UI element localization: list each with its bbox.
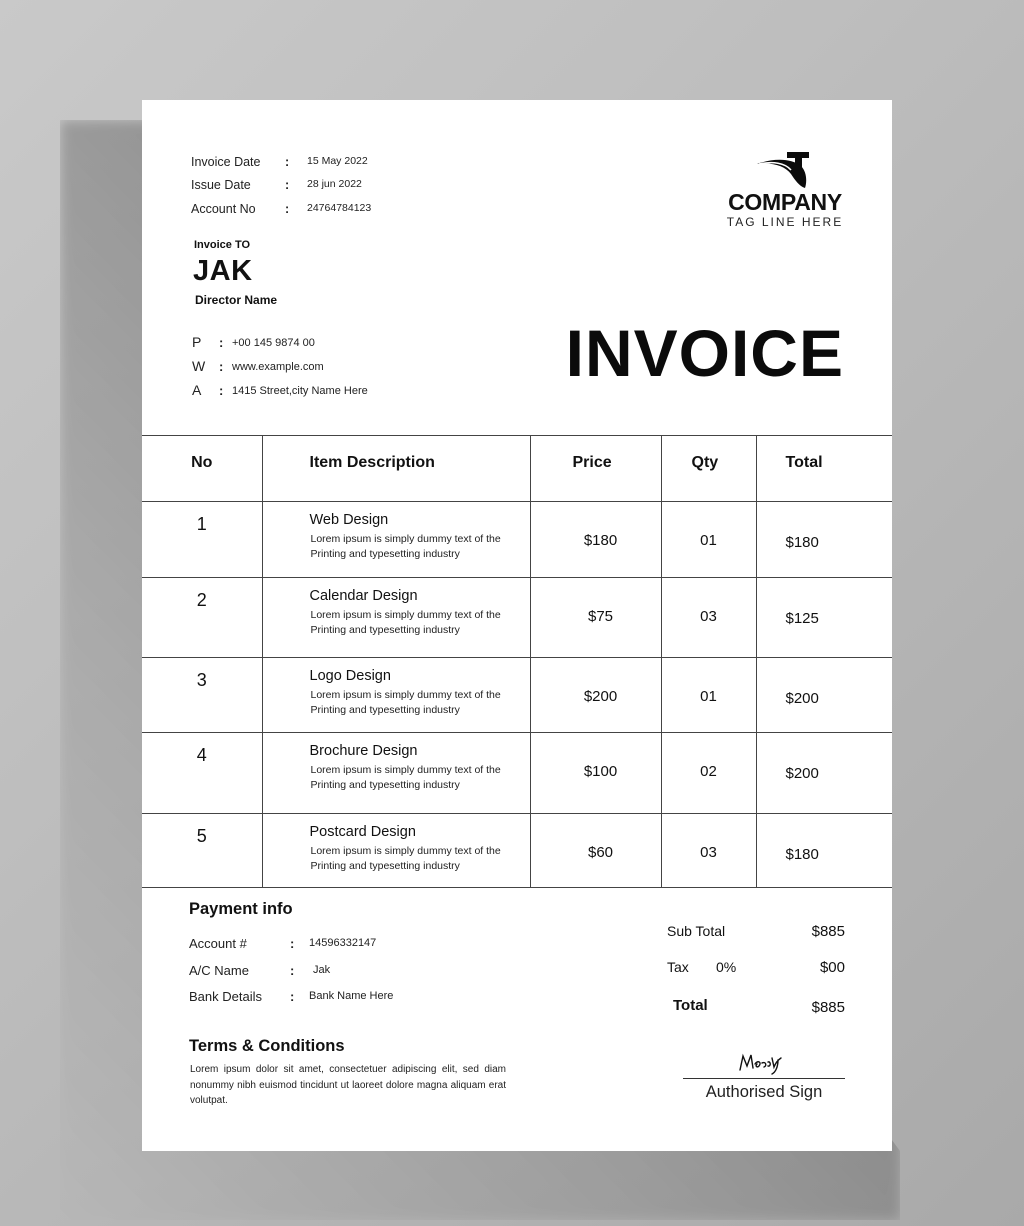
- signature-label: Authorised Sign: [705, 1083, 823, 1102]
- item-name: Web Design: [309, 512, 389, 528]
- contact-separator: :: [219, 359, 224, 374]
- meta-separator: :: [285, 178, 290, 192]
- header-total: Total: [755, 435, 892, 502]
- table-row: 2 Calendar Design Lorem ipsum is simply …: [142, 577, 892, 658]
- company-tagline: TAG LINE HERE: [726, 215, 844, 229]
- meta-value: 24764784123: [307, 202, 372, 214]
- table-row: 5 Postcard Design Lorem ipsum is simply …: [142, 813, 892, 888]
- table-row: 1 Web Design Lorem ipsum is simply dummy…: [142, 501, 892, 578]
- tax-label: Tax: [667, 959, 689, 975]
- row-description: Postcard Design Lorem ipsum is simply du…: [261, 813, 531, 888]
- invoice-items-table: No Item Description Price Qty Total 1 We…: [142, 435, 892, 888]
- row-qty: 03: [660, 813, 757, 888]
- row-description: Web Design Lorem ipsum is simply dummy t…: [261, 501, 531, 578]
- payment-label: Bank Details: [189, 989, 262, 1004]
- row-price: $60: [529, 813, 662, 888]
- invoice-to-label: Invoice TO: [194, 239, 251, 251]
- item-name: Calendar Design: [309, 588, 418, 604]
- row-price: $200: [529, 657, 662, 733]
- table-row: 3 Logo Design Lorem ipsum is simply dumm…: [142, 657, 892, 733]
- row-no: 4: [142, 732, 263, 814]
- item-name: Brochure Design: [309, 743, 418, 759]
- header-no: No: [142, 435, 263, 502]
- row-description: Brochure Design Lorem ipsum is simply du…: [261, 732, 531, 814]
- payment-label: Account #: [189, 936, 247, 951]
- payment-separator: :: [290, 963, 295, 978]
- row-description: Logo Design Lorem ipsum is simply dummy …: [261, 657, 531, 733]
- authorised-signature: Authorised Sign: [683, 1048, 845, 1102]
- t-swoosh-logo-icon: [757, 152, 809, 188]
- header-description: Item Description: [261, 435, 531, 502]
- row-qty: 01: [660, 501, 757, 578]
- row-total: $125: [755, 577, 892, 658]
- invoice-title: INVOICE: [565, 316, 844, 390]
- header-price: Price: [529, 435, 662, 502]
- subtotal-label: Sub Total: [667, 923, 726, 939]
- payment-separator: :: [290, 936, 295, 951]
- header-qty: Qty: [660, 435, 757, 502]
- subtotal-value: $885: [811, 923, 845, 940]
- payment-value: 14596332147: [309, 937, 377, 949]
- row-no: 5: [142, 813, 263, 888]
- payment-separator: :: [290, 989, 295, 1004]
- row-total: $180: [755, 501, 892, 578]
- terms-body: Lorem ipsum dolor sit amet, consectetuer…: [190, 1064, 506, 1106]
- row-qty: 03: [660, 577, 757, 658]
- signature-line: [683, 1078, 845, 1080]
- website-value[interactable]: www.example.com: [232, 361, 324, 373]
- payment-value: Jak: [313, 964, 331, 976]
- contact-separator: :: [219, 383, 224, 398]
- meta-value: 28 jun 2022: [307, 178, 362, 190]
- item-name: Postcard Design: [309, 824, 416, 840]
- item-desc: Lorem ipsum is simply dummy text of the …: [310, 609, 501, 636]
- invoice-page: Invoice Date : 15 May 2022 Issue Date : …: [142, 100, 892, 1151]
- row-qty: 01: [660, 657, 757, 733]
- total-value: $885: [811, 999, 845, 1016]
- client-name: JAK: [193, 255, 253, 287]
- row-price: $100: [529, 732, 662, 814]
- payment-value: Bank Name Here: [309, 990, 394, 1002]
- meta-label: Issue Date: [191, 178, 251, 192]
- company-name: COMPANY: [728, 189, 842, 215]
- item-desc: Lorem ipsum is simply dummy text of the …: [310, 689, 501, 716]
- row-price: $75: [529, 577, 662, 658]
- client-role: Director Name: [195, 293, 278, 307]
- contact-separator: :: [219, 335, 224, 350]
- item-desc: Lorem ipsum is simply dummy text of the …: [310, 764, 501, 791]
- row-qty: 02: [660, 732, 757, 814]
- item-desc: Lorem ipsum is simply dummy text of the …: [310, 845, 501, 872]
- row-total: $200: [755, 657, 892, 733]
- row-total: $180: [755, 813, 892, 888]
- table-row: 4 Brochure Design Lorem ipsum is simply …: [142, 732, 892, 814]
- payment-info-title: Payment info: [189, 900, 293, 918]
- row-no: 2: [142, 577, 263, 658]
- row-price: $180: [529, 501, 662, 578]
- row-no: 3: [142, 657, 263, 733]
- meta-label: Invoice Date: [191, 155, 261, 169]
- item-name: Logo Design: [309, 668, 391, 684]
- signature-scribble-icon: [739, 1053, 782, 1075]
- phone-key: P: [192, 334, 202, 350]
- tax-rate: 0%: [716, 959, 737, 975]
- row-total: $200: [755, 732, 892, 814]
- row-description: Calendar Design Lorem ipsum is simply du…: [261, 577, 531, 658]
- meta-separator: :: [285, 155, 290, 169]
- tax-value: $00: [819, 959, 845, 976]
- total-label: Total: [673, 997, 708, 1014]
- item-desc: Lorem ipsum is simply dummy text of the …: [310, 533, 501, 560]
- meta-separator: :: [285, 202, 290, 216]
- website-key: W: [192, 358, 206, 374]
- terms-title: Terms & Conditions: [189, 1037, 345, 1055]
- company-logo: COMPANY TAG LINE HERE: [724, 150, 846, 230]
- address-value: 1415 Street,city Name Here: [232, 385, 368, 397]
- table-header-row: No Item Description Price Qty Total: [142, 435, 892, 502]
- phone-value: +00 145 9874 00: [232, 337, 315, 349]
- payment-label: A/C Name: [189, 963, 249, 978]
- meta-value: 15 May 2022: [307, 155, 368, 167]
- meta-label: Account No: [191, 202, 256, 216]
- row-no: 1: [142, 501, 263, 578]
- address-key: A: [192, 382, 202, 398]
